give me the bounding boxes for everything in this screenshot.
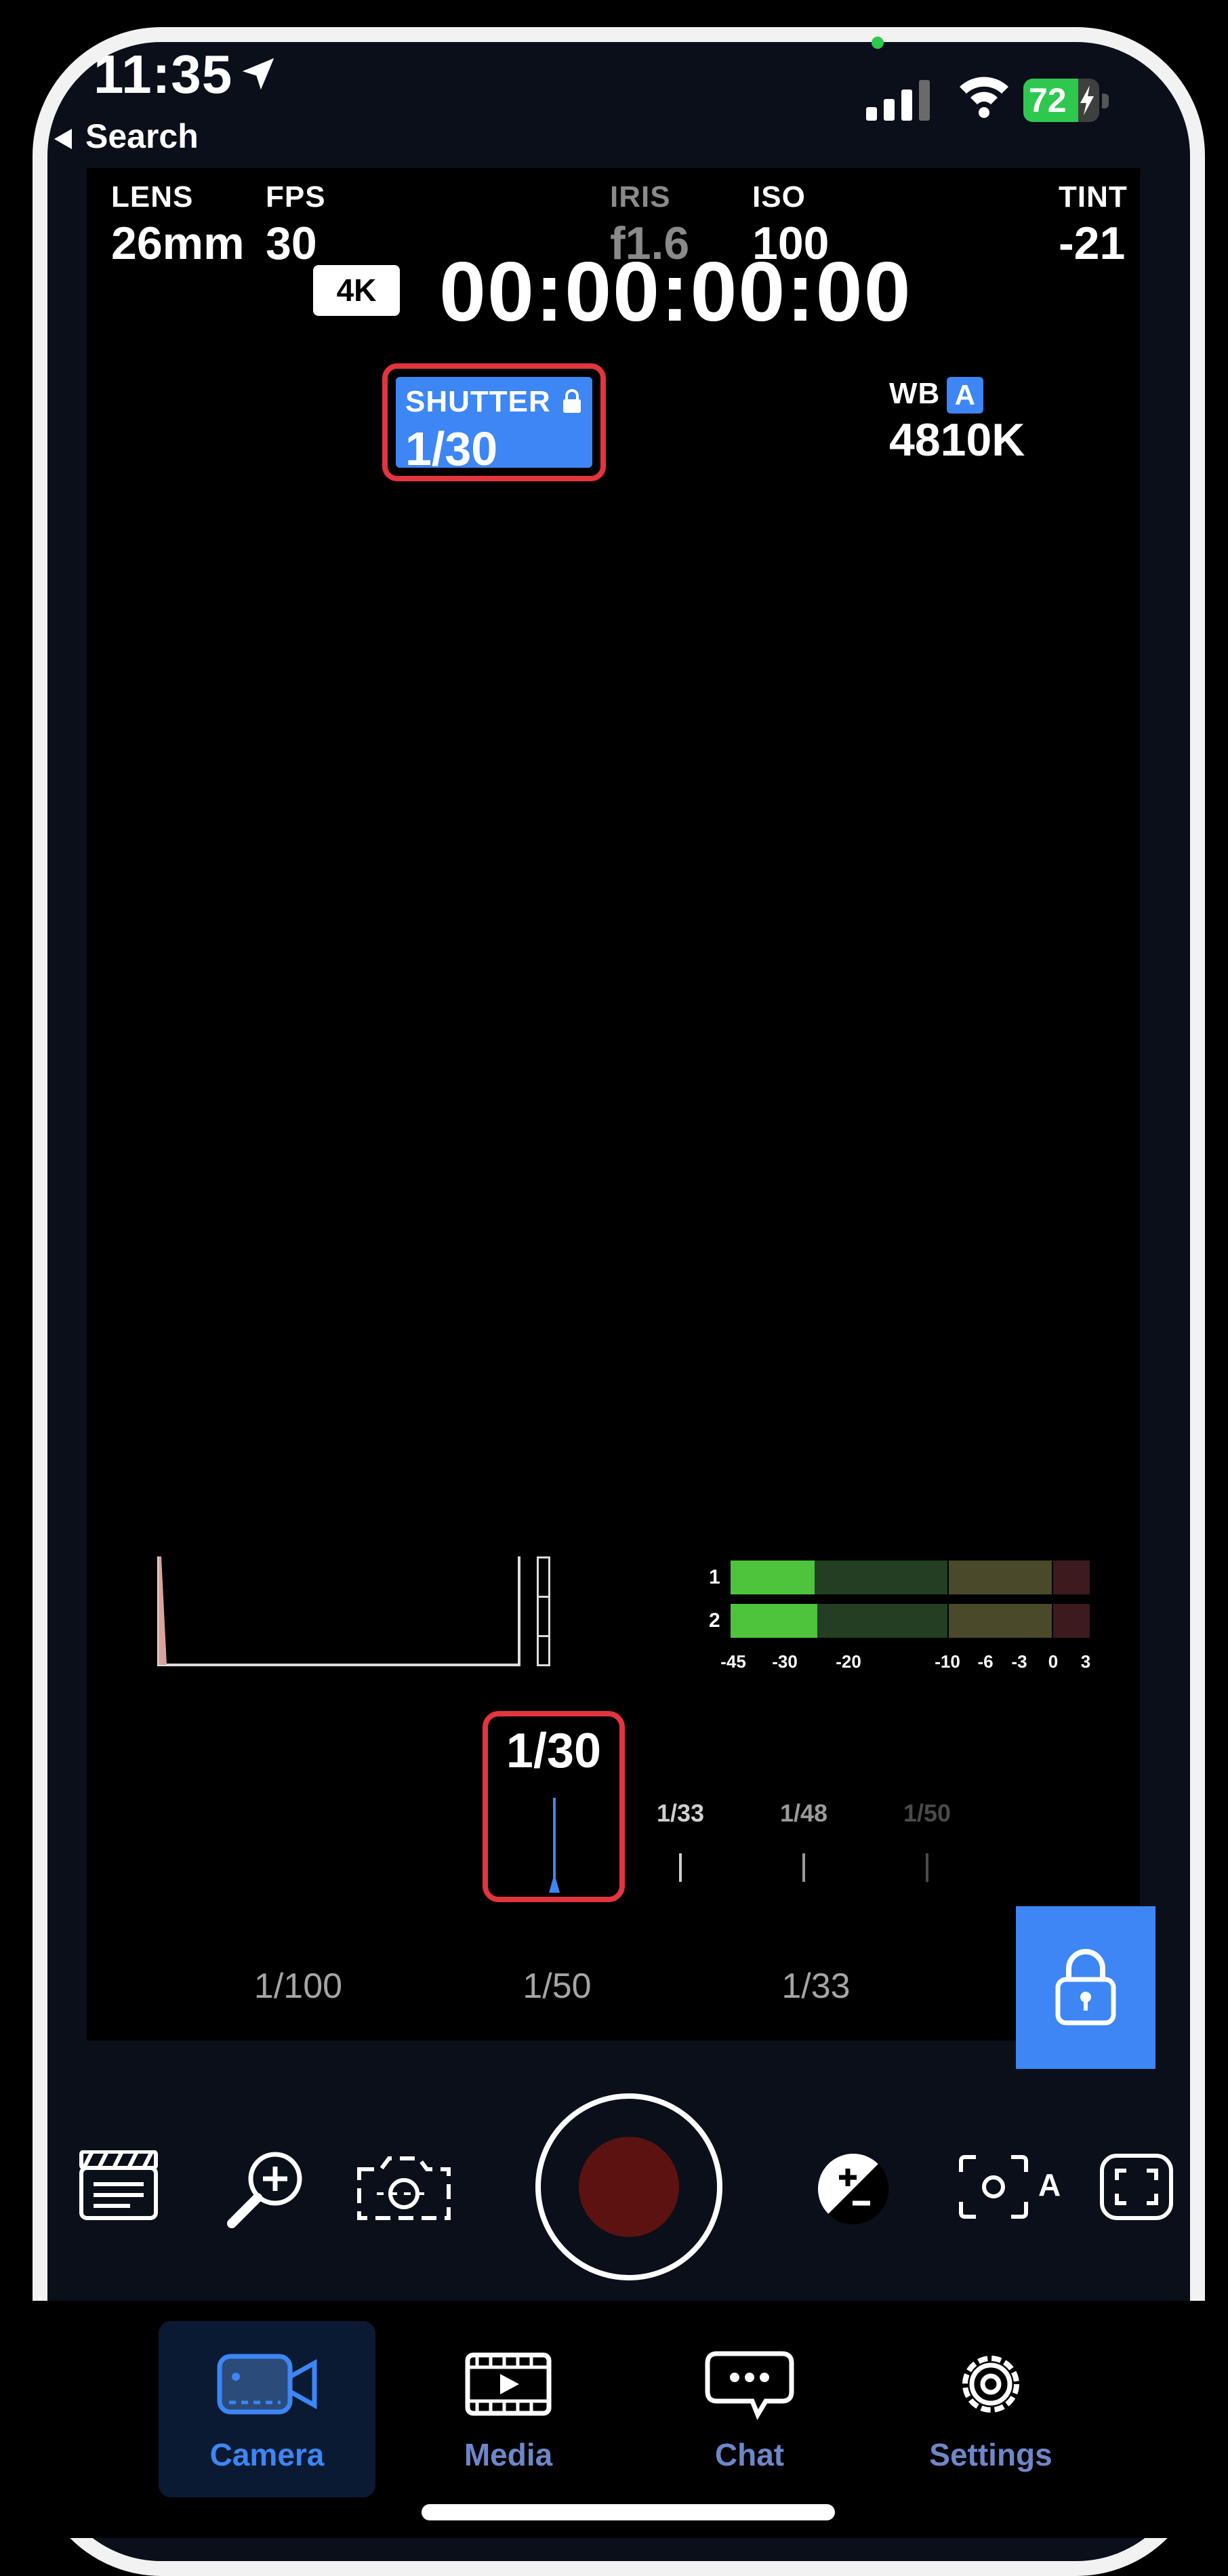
exposure-icon[interactable]	[815, 2150, 892, 2228]
dial-tick-label: 1/33	[656, 1799, 705, 1827]
zoom-in-icon[interactable]	[224, 2149, 309, 2230]
gear-icon	[962, 2356, 1019, 2413]
tab-label: Media	[464, 2437, 553, 2472]
cellular-signal-icon	[866, 80, 930, 121]
charging-bolt-icon	[1080, 85, 1094, 115]
iso-value: 100	[752, 218, 830, 269]
audio-scale-tick: -6	[977, 1651, 994, 1672]
tab-media[interactable]: Media	[400, 2321, 617, 2497]
shutter-dial-value: 1/30	[506, 1724, 602, 1778]
param-wb[interactable]: WB A 4810K	[889, 377, 1025, 466]
audio-scale-tick: 3	[1080, 1651, 1091, 1672]
histogram-spike	[159, 1556, 167, 1665]
dial-tick-label: 1/50	[903, 1799, 951, 1827]
tint-value: -21	[1059, 218, 1126, 269]
focus-frame-icon[interactable]	[958, 2154, 1029, 2219]
focus-mode-auto-label: A	[1038, 2167, 1061, 2202]
location-arrow-icon	[242, 58, 274, 90]
shutter-preset[interactable]: 1/100	[217, 1966, 380, 2007]
iso-label: ISO	[752, 180, 806, 214]
shutter-preset[interactable]: 1/50	[476, 1966, 638, 2007]
battery-indicator: 72	[1023, 79, 1111, 122]
wb-label: WB A	[889, 377, 1025, 414]
tab-label: Camera	[209, 2437, 325, 2472]
tab-chat[interactable]: Chat	[641, 2321, 858, 2497]
record-button[interactable]	[535, 2093, 722, 2280]
audio-meter-ch2	[731, 1604, 1090, 1638]
audio-channel-label: 1	[709, 1566, 720, 1588]
audio-channel-label: 2	[709, 1609, 720, 1632]
tab-camera[interactable]: Camera	[159, 2321, 375, 2497]
status-bar: 11:35 Search 72	[0, 0, 1228, 169]
audio-meter: 1 2 -45 -30 -20 -10 -6 -3 0 3	[709, 1559, 1109, 1681]
tab-label: Chat	[714, 2437, 785, 2472]
audio-scale-tick: -20	[836, 1651, 861, 1672]
camera-in-use-indicator	[872, 37, 884, 49]
audio-scale-tick: -30	[772, 1651, 798, 1672]
histogram	[157, 1556, 520, 1666]
shutter-dial-current[interactable]: 1/30	[483, 1711, 625, 1902]
shutter-value: 1/30	[405, 422, 498, 475]
shutter-lock-button[interactable]	[1016, 1906, 1155, 2069]
dial-tick-mark	[679, 1853, 682, 1882]
audio-scale: -45 -30 -20 -10 -6 -3 0 3	[709, 1651, 1109, 1678]
status-time: 11:35	[94, 44, 233, 104]
tint-label: TINT	[1059, 180, 1128, 214]
back-to-search-link[interactable]: Search	[54, 117, 199, 156]
audio-scale-tick: -45	[720, 1651, 746, 1672]
audio-meter-ch1	[731, 1561, 1090, 1594]
wb-auto-badge: A	[947, 377, 984, 414]
clapper-icon[interactable]	[79, 2150, 159, 2221]
back-label: Search	[85, 117, 199, 155]
param-tint[interactable]: TINT -21	[1059, 180, 1128, 270]
lens-value: 26mm	[111, 218, 245, 269]
shutter-label: SHUTTER	[405, 385, 551, 418]
fps-value: 30	[266, 218, 317, 269]
param-lens[interactable]: LENS 26mm	[111, 180, 245, 270]
histogram-side-scale	[537, 1556, 550, 1666]
dial-tick-mark	[802, 1853, 805, 1882]
lens-label: LENS	[111, 180, 194, 214]
audio-scale-tick: 0	[1048, 1651, 1059, 1672]
histogram-frame	[157, 1556, 520, 1666]
fullscreen-icon[interactable]	[1099, 2153, 1174, 2221]
shutter-preset[interactable]: 1/33	[735, 1966, 897, 2007]
wb-value: 4810K	[889, 414, 1025, 466]
param-iris[interactable]: IRIS f1.6	[610, 180, 689, 270]
dial-tick-label: 1/48	[779, 1799, 828, 1827]
chat-bubble-icon	[705, 2351, 794, 2420]
param-iso[interactable]: ISO 100	[752, 180, 829, 270]
dial-tick-mark	[926, 1853, 928, 1882]
battery-nub	[1102, 94, 1109, 108]
film-play-icon	[465, 2352, 552, 2416]
lock-icon	[1055, 1949, 1116, 2026]
lock-icon	[563, 389, 581, 413]
back-arrow-icon	[54, 128, 72, 149]
shutter-dial-tick[interactable]: 1/33	[640, 1799, 721, 1882]
audio-scale-tick: -3	[1011, 1651, 1027, 1672]
fps-label: FPS	[266, 180, 326, 214]
flip-camera-icon[interactable]	[354, 2153, 454, 2228]
iris-value: f1.6	[610, 218, 690, 269]
resolution-badge[interactable]: 4K	[313, 265, 400, 316]
tab-label: Settings	[929, 2437, 1052, 2472]
shutter-dial-tick[interactable]: 1/48	[763, 1799, 844, 1882]
param-shutter-selected[interactable]: SHUTTER 1/30	[382, 363, 606, 481]
param-fps[interactable]: FPS 30	[266, 180, 326, 270]
shutter-highlight: SHUTTER 1/30	[396, 377, 592, 475]
video-camera-icon	[217, 2354, 317, 2415]
shutter-dial-tick[interactable]: 1/50	[886, 1799, 968, 1882]
tab-settings[interactable]: Settings	[882, 2321, 1099, 2497]
audio-scale-tick: -10	[935, 1651, 960, 1672]
dial-needle	[549, 1798, 560, 1893]
home-indicator	[422, 2504, 835, 2520]
iris-label: IRIS	[610, 180, 671, 214]
bottom-tab-bar: Camera Media Chat Settings	[33, 2301, 1205, 2538]
wb-label-text: WB	[889, 377, 941, 410]
wifi-icon	[960, 77, 1008, 118]
record-dot	[579, 2137, 679, 2237]
